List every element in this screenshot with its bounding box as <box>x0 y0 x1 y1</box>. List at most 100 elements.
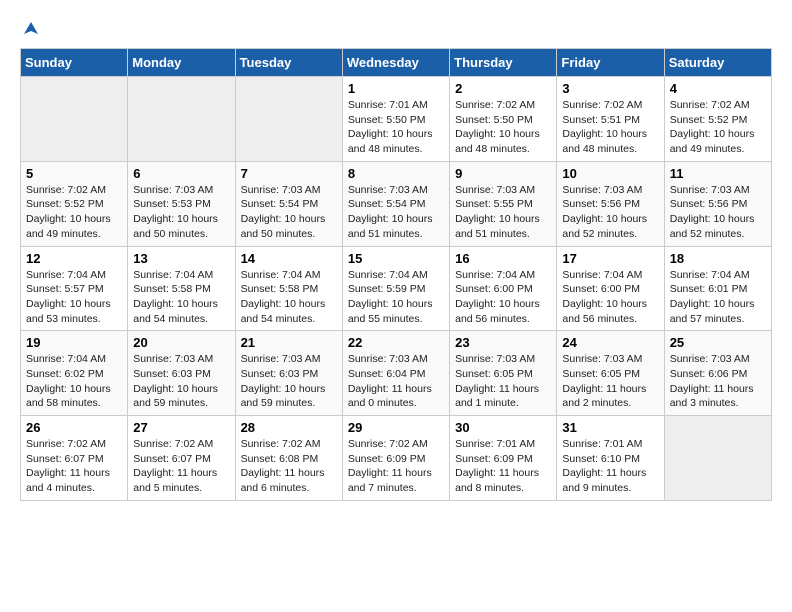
calendar-cell: 8 Sunrise: 7:03 AMSunset: 5:54 PMDaylight… <box>342 161 449 246</box>
day-number: 3 <box>562 81 658 96</box>
weekday-header-wednesday: Wednesday <box>342 49 449 77</box>
calendar-cell: 5 Sunrise: 7:02 AMSunset: 5:52 PMDaylight… <box>21 161 128 246</box>
calendar-cell <box>664 416 771 501</box>
day-info: Sunrise: 7:03 AMSunset: 6:05 PMDaylight:… <box>562 352 658 411</box>
day-number: 23 <box>455 335 551 350</box>
day-info: Sunrise: 7:02 AMSunset: 5:52 PMDaylight:… <box>670 98 766 157</box>
weekday-header-thursday: Thursday <box>450 49 557 77</box>
day-info: Sunrise: 7:02 AMSunset: 5:52 PMDaylight:… <box>26 183 122 242</box>
day-info: Sunrise: 7:03 AMSunset: 5:55 PMDaylight:… <box>455 183 551 242</box>
day-info: Sunrise: 7:02 AMSunset: 5:50 PMDaylight:… <box>455 98 551 157</box>
day-info: Sunrise: 7:04 AMSunset: 6:00 PMDaylight:… <box>562 268 658 327</box>
calendar-cell: 14 Sunrise: 7:04 AMSunset: 5:58 PMDayligh… <box>235 246 342 331</box>
calendar-cell: 15 Sunrise: 7:04 AMSunset: 5:59 PMDayligh… <box>342 246 449 331</box>
day-info: Sunrise: 7:01 AMSunset: 6:10 PMDaylight:… <box>562 437 658 496</box>
day-info: Sunrise: 7:02 AMSunset: 6:09 PMDaylight:… <box>348 437 444 496</box>
calendar-cell: 23Sunrise: 7:03 AMSunset: 6:05 PMDayligh… <box>450 331 557 416</box>
day-number: 12 <box>26 251 122 266</box>
day-info: Sunrise: 7:03 AMSunset: 5:54 PMDaylight:… <box>348 183 444 242</box>
day-info: Sunrise: 7:04 AMSunset: 5:59 PMDaylight:… <box>348 268 444 327</box>
calendar-cell: 30Sunrise: 7:01 AMSunset: 6:09 PMDayligh… <box>450 416 557 501</box>
day-number: 18 <box>670 251 766 266</box>
calendar-week-row: 26 Sunrise: 7:02 AMSunset: 6:07 PMDayligh… <box>21 416 772 501</box>
logo-bird-icon <box>22 20 40 38</box>
calendar-cell: 29 Sunrise: 7:02 AMSunset: 6:09 PMDayligh… <box>342 416 449 501</box>
day-number: 4 <box>670 81 766 96</box>
day-info: Sunrise: 7:04 AMSunset: 6:02 PMDaylight:… <box>26 352 122 411</box>
calendar-cell: 27 Sunrise: 7:02 AMSunset: 6:07 PMDayligh… <box>128 416 235 501</box>
day-info: Sunrise: 7:04 AMSunset: 5:58 PMDaylight:… <box>241 268 337 327</box>
calendar-cell: 11Sunrise: 7:03 AMSunset: 5:56 PMDayligh… <box>664 161 771 246</box>
day-info: Sunrise: 7:01 AMSunset: 5:50 PMDaylight:… <box>348 98 444 157</box>
day-info: Sunrise: 7:04 AMSunset: 6:01 PMDaylight:… <box>670 268 766 327</box>
calendar-cell: 9Sunrise: 7:03 AMSunset: 5:55 PMDaylight… <box>450 161 557 246</box>
calendar-table: SundayMondayTuesdayWednesdayThursdayFrid… <box>20 48 772 501</box>
calendar-cell: 31 Sunrise: 7:01 AMSunset: 6:10 PMDayligh… <box>557 416 664 501</box>
calendar-header-row: SundayMondayTuesdayWednesdayThursdayFrid… <box>21 49 772 77</box>
day-number: 25 <box>670 335 766 350</box>
calendar-cell: 25 Sunrise: 7:03 AMSunset: 6:06 PMDayligh… <box>664 331 771 416</box>
day-number: 31 <box>562 420 658 435</box>
day-number: 27 <box>133 420 229 435</box>
calendar-cell: 10 Sunrise: 7:03 AMSunset: 5:56 PMDayligh… <box>557 161 664 246</box>
calendar-cell: 6 Sunrise: 7:03 AMSunset: 5:53 PMDaylight… <box>128 161 235 246</box>
day-number: 1 <box>348 81 444 96</box>
calendar-cell: 16Sunrise: 7:04 AMSunset: 6:00 PMDayligh… <box>450 246 557 331</box>
calendar-cell <box>128 77 235 162</box>
calendar-week-row: 5 Sunrise: 7:02 AMSunset: 5:52 PMDaylight… <box>21 161 772 246</box>
calendar-cell: 12 Sunrise: 7:04 AMSunset: 5:57 PMDayligh… <box>21 246 128 331</box>
day-number: 28 <box>241 420 337 435</box>
day-number: 30 <box>455 420 551 435</box>
calendar-cell: 17 Sunrise: 7:04 AMSunset: 6:00 PMDayligh… <box>557 246 664 331</box>
day-number: 5 <box>26 166 122 181</box>
day-number: 7 <box>241 166 337 181</box>
logo <box>20 20 40 38</box>
day-info: Sunrise: 7:04 AMSunset: 5:58 PMDaylight:… <box>133 268 229 327</box>
day-info: Sunrise: 7:03 AMSunset: 5:56 PMDaylight:… <box>562 183 658 242</box>
day-info: Sunrise: 7:02 AMSunset: 5:51 PMDaylight:… <box>562 98 658 157</box>
calendar-cell: 1 Sunrise: 7:01 AMSunset: 5:50 PMDaylight… <box>342 77 449 162</box>
calendar-cell: 18 Sunrise: 7:04 AMSunset: 6:01 PMDayligh… <box>664 246 771 331</box>
calendar-cell: 26 Sunrise: 7:02 AMSunset: 6:07 PMDayligh… <box>21 416 128 501</box>
day-number: 20 <box>133 335 229 350</box>
calendar-cell <box>235 77 342 162</box>
calendar-cell: 19Sunrise: 7:04 AMSunset: 6:02 PMDayligh… <box>21 331 128 416</box>
day-number: 2 <box>455 81 551 96</box>
day-info: Sunrise: 7:03 AMSunset: 5:53 PMDaylight:… <box>133 183 229 242</box>
calendar-cell: 13 Sunrise: 7:04 AMSunset: 5:58 PMDayligh… <box>128 246 235 331</box>
day-number: 21 <box>241 335 337 350</box>
day-info: Sunrise: 7:04 AMSunset: 5:57 PMDaylight:… <box>26 268 122 327</box>
day-number: 8 <box>348 166 444 181</box>
day-number: 14 <box>241 251 337 266</box>
calendar-cell: 2 Sunrise: 7:02 AMSunset: 5:50 PMDaylight… <box>450 77 557 162</box>
day-info: Sunrise: 7:02 AMSunset: 6:07 PMDaylight:… <box>133 437 229 496</box>
day-info: Sunrise: 7:03 AMSunset: 6:04 PMDaylight:… <box>348 352 444 411</box>
day-number: 26 <box>26 420 122 435</box>
page-header <box>20 20 772 38</box>
weekday-header-tuesday: Tuesday <box>235 49 342 77</box>
calendar-week-row: 12 Sunrise: 7:04 AMSunset: 5:57 PMDayligh… <box>21 246 772 331</box>
day-number: 29 <box>348 420 444 435</box>
calendar-cell: 28Sunrise: 7:02 AMSunset: 6:08 PMDayligh… <box>235 416 342 501</box>
day-number: 22 <box>348 335 444 350</box>
day-info: Sunrise: 7:03 AMSunset: 6:06 PMDaylight:… <box>670 352 766 411</box>
calendar-cell: 7Sunrise: 7:03 AMSunset: 5:54 PMDaylight… <box>235 161 342 246</box>
day-info: Sunrise: 7:04 AMSunset: 6:00 PMDaylight:… <box>455 268 551 327</box>
day-number: 13 <box>133 251 229 266</box>
calendar-cell <box>21 77 128 162</box>
day-info: Sunrise: 7:02 AMSunset: 6:07 PMDaylight:… <box>26 437 122 496</box>
calendar-cell: 20 Sunrise: 7:03 AMSunset: 6:03 PMDayligh… <box>128 331 235 416</box>
calendar-cell: 22 Sunrise: 7:03 AMSunset: 6:04 PMDayligh… <box>342 331 449 416</box>
day-number: 15 <box>348 251 444 266</box>
weekday-header-saturday: Saturday <box>664 49 771 77</box>
day-info: Sunrise: 7:03 AMSunset: 6:03 PMDaylight:… <box>133 352 229 411</box>
calendar-week-row: 19Sunrise: 7:04 AMSunset: 6:02 PMDayligh… <box>21 331 772 416</box>
calendar-cell: 24Sunrise: 7:03 AMSunset: 6:05 PMDayligh… <box>557 331 664 416</box>
weekday-header-monday: Monday <box>128 49 235 77</box>
day-number: 11 <box>670 166 766 181</box>
day-number: 10 <box>562 166 658 181</box>
calendar-cell: 4 Sunrise: 7:02 AMSunset: 5:52 PMDaylight… <box>664 77 771 162</box>
weekday-header-friday: Friday <box>557 49 664 77</box>
day-number: 6 <box>133 166 229 181</box>
day-number: 17 <box>562 251 658 266</box>
